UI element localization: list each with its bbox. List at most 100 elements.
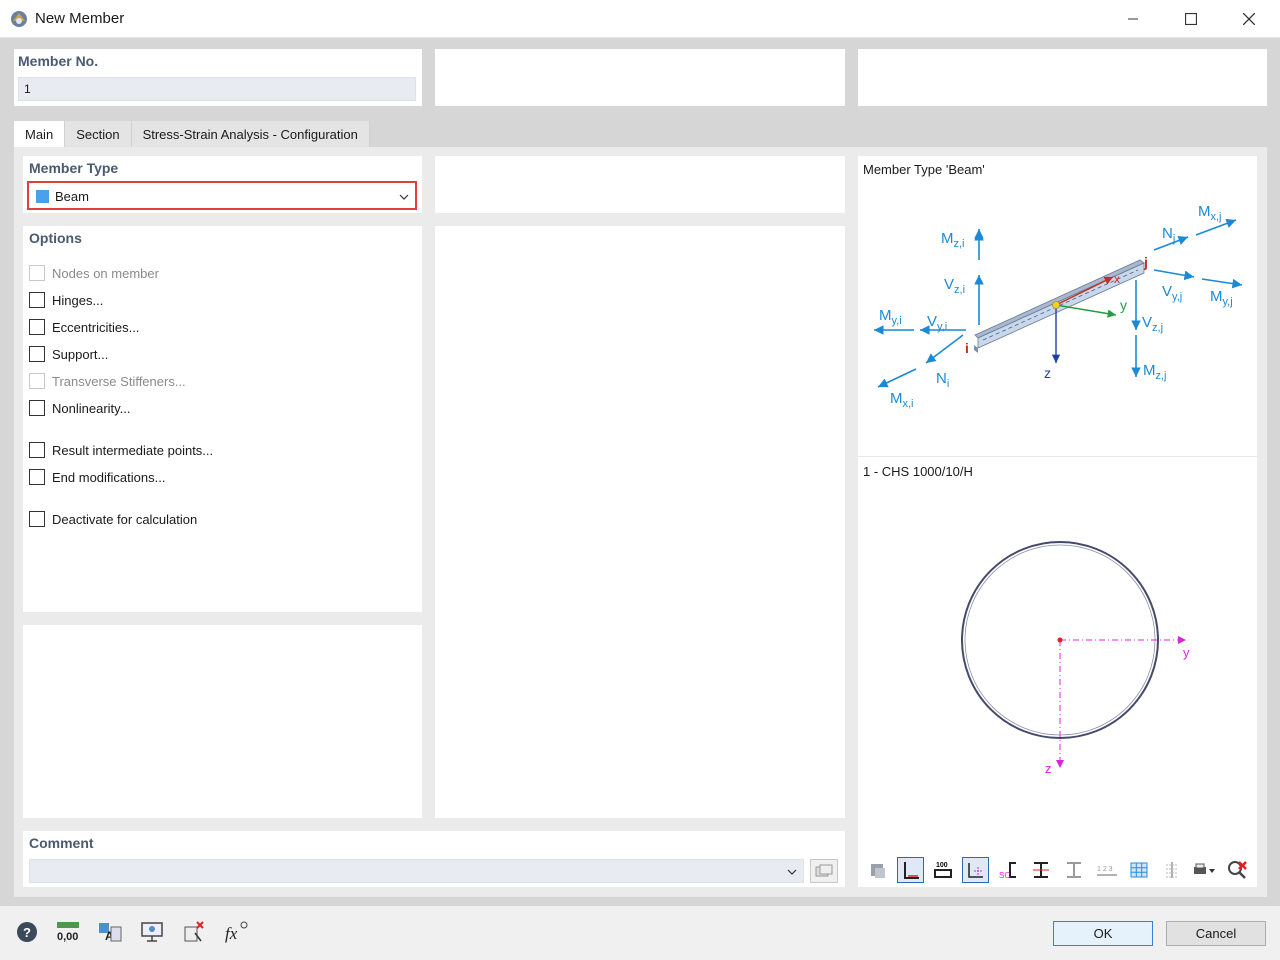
- section-axis-z-arrow: [1056, 760, 1064, 768]
- checkbox[interactable]: [29, 511, 45, 527]
- label-mzi: Mz,i: [941, 230, 965, 250]
- label-mzj: Mz,j: [1143, 362, 1167, 382]
- member-type-preview-title: Member Type 'Beam': [863, 162, 985, 177]
- label-myi: My,i: [879, 307, 902, 327]
- member-type-select[interactable]: Beam: [27, 181, 417, 210]
- options-label: Options: [29, 230, 82, 246]
- print-dropdown-button[interactable]: [1190, 857, 1220, 883]
- lower-left-panel: [23, 625, 422, 818]
- axes-button[interactable]: [962, 857, 989, 883]
- member-type-label: Member Type: [29, 160, 119, 176]
- delete-object-button[interactable]: [180, 918, 208, 946]
- member-no-panel: Member No. 1: [14, 49, 422, 106]
- display-settings-button[interactable]: [138, 918, 166, 946]
- reset-zoom-button[interactable]: [1223, 857, 1250, 883]
- zoom-cancel-icon: [1227, 861, 1247, 879]
- section-outline-button[interactable]: [897, 857, 924, 883]
- numbering-icon: 1 2 3: [1096, 866, 1117, 876]
- i-section-gray-icon: [1066, 862, 1081, 878]
- shear-center-icon: SC: [999, 862, 1016, 880]
- help-button[interactable]: ?: [13, 918, 41, 946]
- text-settings-button[interactable]: A: [96, 918, 124, 946]
- member-no-field[interactable]: 1: [18, 77, 416, 101]
- checkbox: [29, 265, 45, 281]
- header-panel-middle: [435, 49, 845, 106]
- svg-text:1 2 3: 1 2 3: [1097, 866, 1113, 873]
- option-label: Eccentricities...: [52, 319, 140, 335]
- i-section-gray-button[interactable]: [1060, 857, 1087, 883]
- shear-center-button[interactable]: SC: [995, 857, 1022, 883]
- section-label-z: z: [1045, 761, 1052, 776]
- comment-input[interactable]: [29, 859, 804, 883]
- beam-end-face: [974, 345, 978, 353]
- label-x: x: [1114, 272, 1120, 286]
- checkbox[interactable]: [29, 319, 45, 335]
- title-bar: New Member: [0, 0, 1280, 38]
- section-preview-title: 1 - CHS 1000/10/H: [863, 464, 973, 479]
- stress-points-icon: [1165, 862, 1178, 878]
- label-node-j: j: [1143, 254, 1148, 270]
- option-support[interactable]: Support...: [29, 345, 108, 363]
- render-mode-button[interactable]: [864, 857, 891, 883]
- tab-main[interactable]: Main: [14, 121, 66, 148]
- checkbox[interactable]: [29, 469, 45, 485]
- decimals-icon: 0,00: [57, 922, 79, 943]
- function-icon: fx: [225, 921, 248, 943]
- option-label: Deactivate for calculation: [52, 511, 198, 527]
- i-section-button[interactable]: [1027, 857, 1054, 883]
- maximize-button[interactable]: [1162, 0, 1220, 38]
- grid-button[interactable]: [1125, 857, 1152, 883]
- label-vzi: Vz,i: [944, 276, 965, 296]
- member-type-swatch: [36, 190, 49, 203]
- tab-section[interactable]: Section: [65, 121, 132, 147]
- maximize-icon: [1185, 13, 1197, 25]
- ok-button[interactable]: OK: [1053, 921, 1153, 946]
- axes-icon: [967, 863, 983, 878]
- option-label: Hinges...: [52, 292, 104, 308]
- axis-y: [1055, 304, 1117, 318]
- window-title: New Member: [35, 10, 125, 27]
- units-decimals-button[interactable]: 0,00: [54, 918, 82, 946]
- option-result-intermediate-points[interactable]: Result intermediate points...: [29, 441, 213, 459]
- grid-icon: [1130, 862, 1147, 878]
- label-y: y: [1120, 297, 1127, 313]
- option-label: Nodes on member: [52, 265, 159, 281]
- option-deactivate-for-calculation[interactable]: Deactivate for calculation: [29, 510, 197, 528]
- option-nonlinearity[interactable]: Nonlinearity...: [29, 399, 131, 417]
- comment-library-button[interactable]: [810, 859, 838, 883]
- section-label-y: y: [1183, 645, 1190, 660]
- label-mxi: Mx,i: [890, 390, 914, 410]
- select-delete-icon: [184, 921, 204, 942]
- checkbox[interactable]: [29, 346, 45, 362]
- dimensions-button[interactable]: 100: [929, 857, 956, 883]
- svg-text:fx: fx: [225, 924, 238, 943]
- label-ni: Ni: [936, 370, 949, 390]
- options-panel: Options: [23, 226, 422, 612]
- minimize-button[interactable]: [1104, 0, 1162, 38]
- checkbox[interactable]: [29, 442, 45, 458]
- label-nj: Nj: [1162, 225, 1175, 245]
- tab-stress-strain[interactable]: Stress-Strain Analysis - Configuration: [131, 121, 370, 147]
- option-label: Nonlinearity...: [52, 400, 131, 416]
- numbering-button[interactable]: 1 2 3: [1093, 857, 1120, 883]
- arrow-ni: [925, 334, 964, 364]
- render-mode-icon: [870, 864, 885, 878]
- label-node-i: i: [965, 340, 969, 356]
- option-eccentricities[interactable]: Eccentricities...: [29, 318, 139, 336]
- stress-points-button[interactable]: [1158, 857, 1185, 883]
- option-transverse-stiffeners: Transverse Stiffeners...: [29, 372, 186, 390]
- arrow-vyj: [1153, 269, 1195, 281]
- option-end-modifications[interactable]: End modifications...: [29, 468, 165, 486]
- checkbox[interactable]: [29, 400, 45, 416]
- option-hinges[interactable]: Hinges...: [29, 291, 103, 309]
- app-icon: [11, 11, 27, 27]
- cancel-button[interactable]: Cancel: [1166, 921, 1266, 946]
- help-icon: ?: [17, 922, 37, 942]
- svg-text:100: 100: [936, 862, 948, 869]
- checkbox[interactable]: [29, 292, 45, 308]
- label-vyj: Vy,j: [1162, 283, 1182, 303]
- close-button[interactable]: [1220, 0, 1278, 38]
- header-panel-right: [858, 49, 1267, 106]
- formula-button[interactable]: fx: [222, 918, 250, 946]
- close-icon: [1243, 13, 1255, 25]
